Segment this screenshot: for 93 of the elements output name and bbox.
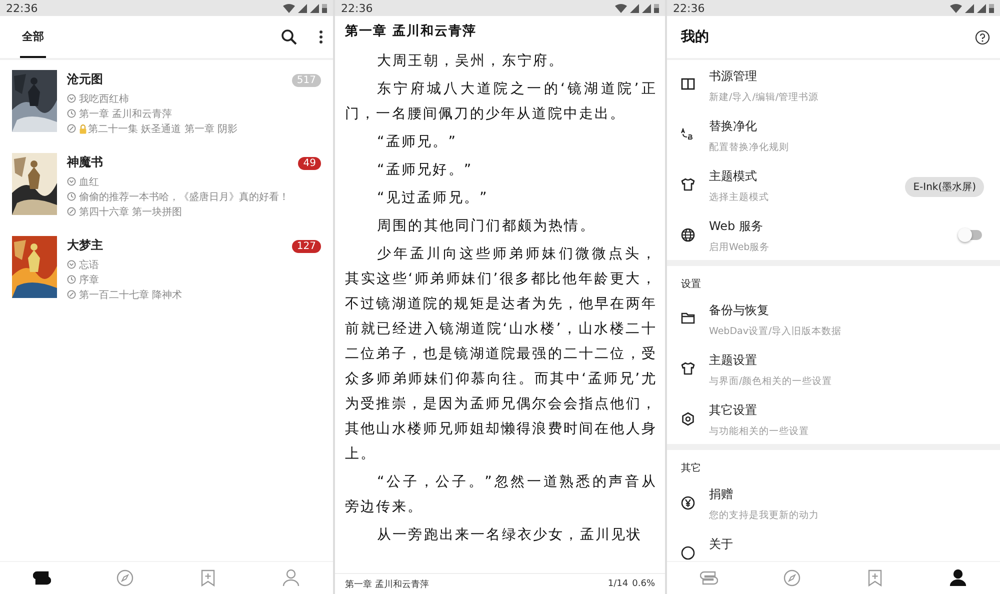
settings-item[interactable]: 关于 <box>667 528 1000 561</box>
wifi-icon <box>283 4 295 12</box>
latest-chapter: 第二十一集 妖圣通道 第一章 阴影 <box>88 122 238 136</box>
last-read-chapter: 偷偷的推荐一本书哈，《盛唐日月》真的好看！ <box>79 190 289 204</box>
bookshelf-icon[interactable] <box>32 569 51 587</box>
footer-chapter-title: 第一章 孟川和云青萍 <box>345 578 429 590</box>
status-time: 22:36 <box>341 2 373 14</box>
battery-icon <box>654 3 659 13</box>
wifi-icon <box>615 4 627 12</box>
settings-item[interactable]: 备份与恢复 WebDav设置/导入旧版本数据 <box>667 294 1000 344</box>
item-title: 关于 <box>709 536 734 553</box>
section-label: 设置 <box>680 278 702 292</box>
person-icon[interactable] <box>949 569 968 587</box>
paragraph: “公子，公子。”忽然一道熟悉的声音从旁边传来。 <box>345 473 657 517</box>
clock-icon <box>67 109 76 118</box>
page-title: 我的 <box>681 28 709 46</box>
settings-item[interactable]: 替换净化 配置替换净化规则 <box>667 110 1000 160</box>
item-title: 其它设置 <box>709 402 758 419</box>
book-item[interactable]: 神魔书 血红 偷偷的推荐一本书哈，《盛唐日月》真的好看！ 第四十六章 第一块拼图 49 <box>0 153 333 236</box>
battery-icon <box>989 3 994 13</box>
settings-item[interactable]: 其它设置 与功能相关的一些设置 <box>667 394 1000 444</box>
book-item[interactable]: 大梦主 忘语 序章 第一百二十七章 降神术 127 <box>0 236 333 319</box>
book-icon <box>681 78 695 90</box>
book-title: 沧元图 <box>67 71 104 88</box>
settings-icon <box>681 412 695 426</box>
item-subtitle: 与功能相关的一些设置 <box>709 425 810 438</box>
paragraph: 周围的其他同门们都颇为热情。 <box>376 217 596 236</box>
paragraph: 东宁府城八大道院之一的‘镜湖道院’正门，一名腰间佩刀的少年从道院中走出。 <box>345 80 657 124</box>
bookmark-add-icon[interactable] <box>866 569 884 587</box>
book-item[interactable]: 沧元图 我吃西红柿 第一章 孟川和云青萍 第二十一集 妖圣通道 第一章 阴影 517 <box>0 70 333 153</box>
battery-icon <box>322 3 327 13</box>
status-time: 22:36 <box>6 2 38 14</box>
unread-count: 127 <box>292 240 321 253</box>
item-subtitle: 选择主题模式 <box>709 191 770 204</box>
tab[interactable]: 全部 <box>20 16 46 58</box>
item-title: 备份与恢复 <box>709 302 770 319</box>
latest-chapter: 第四十六章 第一块拼图 <box>79 206 182 218</box>
book-author: 血红 <box>79 176 99 188</box>
latest-chapter: 第一百二十七章 降神术 <box>79 288 182 302</box>
paragraph: 少年孟川向这些师弟师妹们微微点头，其实这些‘师弟师妹们’很多都比他年龄更大，不过镜湖道院的规矩是达者为先，他早在两年前就已经进入镜湖道院‘山水楼’，山水楼二十二位弟子，也是镜湖道院最强的二十二位，受众多师弟师妹们仰慕向往。而其中‘孟师兄’尤为受推崇，是因为孟师兄偶尔会会指点他们，其他山水楼师兄师姐却懒得浪费时间在他人身上。 <box>345 245 657 464</box>
item-subtitle: 您的支持是我更新的动力 <box>709 509 820 522</box>
page-number: 1/14 <box>608 579 628 589</box>
settings-item[interactable]: Web 服务 启用Web服务 <box>667 210 1000 260</box>
item-subtitle: 配置替换净化规则 <box>709 141 790 154</box>
item-subtitle: 新建/导入/编辑/管理书源 <box>709 91 820 104</box>
progress-percent: 0.6% <box>632 579 655 589</box>
shirt-icon <box>681 362 695 375</box>
book-title: 大梦主 <box>67 237 104 254</box>
paragraph: “孟师兄。” <box>376 133 458 152</box>
search-icon[interactable] <box>281 29 297 45</box>
paragraph: “孟师兄好。” <box>376 161 474 180</box>
settings-item[interactable]: 主题模式 选择主题模式 E-Ink(墨水屏) <box>667 160 1000 210</box>
clock-icon <box>67 275 76 284</box>
book-title: 神魔书 <box>67 154 104 171</box>
globe-icon <box>681 228 695 242</box>
last-read-chapter: 第一章 孟川和云青萍 <box>79 108 172 120</box>
help-icon[interactable] <box>975 30 990 44</box>
item-subtitle: WebDav设置/导入旧版本数据 <box>709 325 843 338</box>
settings-item[interactable]: 捐赠 您的支持是我更新的动力 <box>667 478 1000 528</box>
author-icon <box>67 260 76 269</box>
more-icon[interactable] <box>319 30 323 44</box>
unread-count: 49 <box>298 157 321 170</box>
paragraph: “见过孟师兄。” <box>376 189 490 208</box>
wifi-icon <box>950 4 962 12</box>
shirt-icon <box>681 178 695 191</box>
book-author: 我吃西红柿 <box>79 92 129 106</box>
item-title: Web 服务 <box>709 218 764 235</box>
last-read-chapter: 序章 <box>79 274 99 286</box>
section-label: 其它 <box>680 462 702 476</box>
item-title: 捐赠 <box>709 486 734 503</box>
theme-mode-chip[interactable]: E-Ink(墨水屏) <box>905 177 984 197</box>
clock-icon <box>67 192 76 201</box>
item-title: 书源管理 <box>709 68 758 85</box>
settings-item[interactable]: 主题设置 与界面/颜色相关的一些设置 <box>667 344 1000 394</box>
status-time: 22:36 <box>673 2 705 14</box>
bookmark-add-icon[interactable] <box>199 569 218 587</box>
item-subtitle: 启用Web服务 <box>709 241 771 254</box>
author-icon <box>67 177 76 186</box>
item-title: 替换净化 <box>709 118 758 135</box>
item-title: 主题设置 <box>709 352 758 369</box>
book-author: 忘语 <box>79 258 99 272</box>
author-icon <box>67 94 76 103</box>
settings-item[interactable]: 书源管理 新建/导入/编辑/管理书源 <box>667 60 1000 110</box>
replace-icon <box>681 128 693 140</box>
item-title: 主题模式 <box>709 168 758 185</box>
chapter-title: 第一章 孟川和云青萍 <box>345 22 478 40</box>
folder-icon <box>681 312 695 324</box>
yen-coin-icon <box>681 496 695 510</box>
paragraph: 从一旁跑出来一名绿衣少女，孟川见状 <box>376 526 644 545</box>
unread-count: 517 <box>292 74 321 87</box>
item-subtitle: 与界面/颜色相关的一些设置 <box>709 375 834 388</box>
toggle-switch[interactable] <box>960 230 982 240</box>
paragraph: 大周王朝，吴州，东宁府。 <box>376 52 566 71</box>
